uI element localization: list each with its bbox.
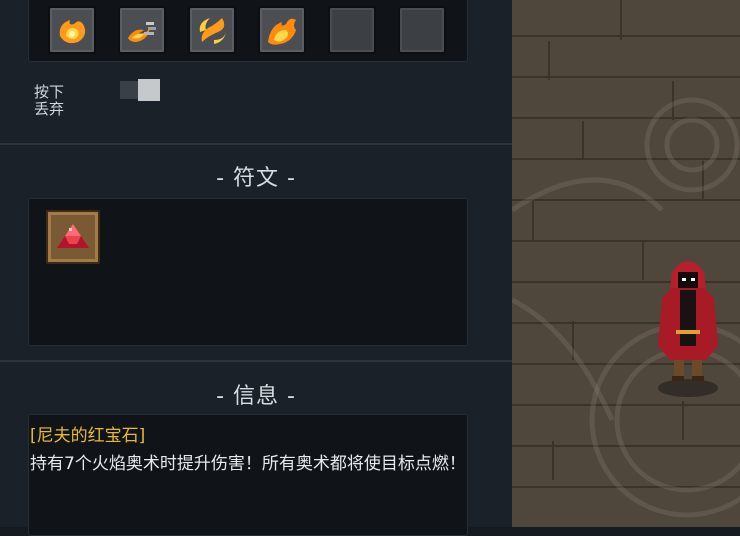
drop-hint: 按下 丢弃 bbox=[34, 84, 64, 118]
arcana-slot-3[interactable] bbox=[188, 6, 236, 54]
fire-dash-icon bbox=[128, 22, 156, 42]
runes-title: - 符文 - bbox=[216, 166, 296, 191]
fire-spin-icon bbox=[199, 18, 226, 44]
item-info: [尼夫的红宝石] 持有7个火焰奥术时提升伤害！所有奥术都将使目标点燃！ bbox=[30, 422, 470, 478]
hint-drop-label: 丢弃 bbox=[34, 100, 65, 118]
item-description: 持有7个火焰奥术时提升伤害！所有奥术都将使目标点燃！ bbox=[30, 454, 466, 474]
fireball-icon bbox=[59, 20, 86, 44]
arcana-slot-1[interactable] bbox=[48, 6, 96, 54]
section-divider bbox=[0, 143, 512, 145]
key-binding-icon bbox=[120, 79, 160, 101]
arcana-slot-4[interactable] bbox=[258, 6, 306, 54]
game-scene bbox=[512, 0, 740, 527]
wizard-player-icon bbox=[658, 261, 718, 397]
arcana-slot-5[interactable] bbox=[328, 6, 376, 54]
section-divider bbox=[0, 360, 512, 362]
fire-burst-icon bbox=[268, 18, 296, 45]
rune-slot-1[interactable] bbox=[46, 210, 100, 264]
item-name: [尼夫的红宝石] bbox=[30, 426, 146, 446]
arcana-slot-2[interactable] bbox=[118, 6, 166, 54]
info-title: - 信息 - bbox=[216, 384, 296, 409]
red-gem-icon bbox=[57, 224, 89, 248]
hint-press-label: 按下 bbox=[34, 83, 65, 101]
arcana-slot-6[interactable] bbox=[398, 6, 446, 54]
inventory-panel: 按下 丢弃 - 符文 - - 信息 - [尼夫的红宝石] 持有7个火焰奥术时提升… bbox=[0, 0, 512, 536]
